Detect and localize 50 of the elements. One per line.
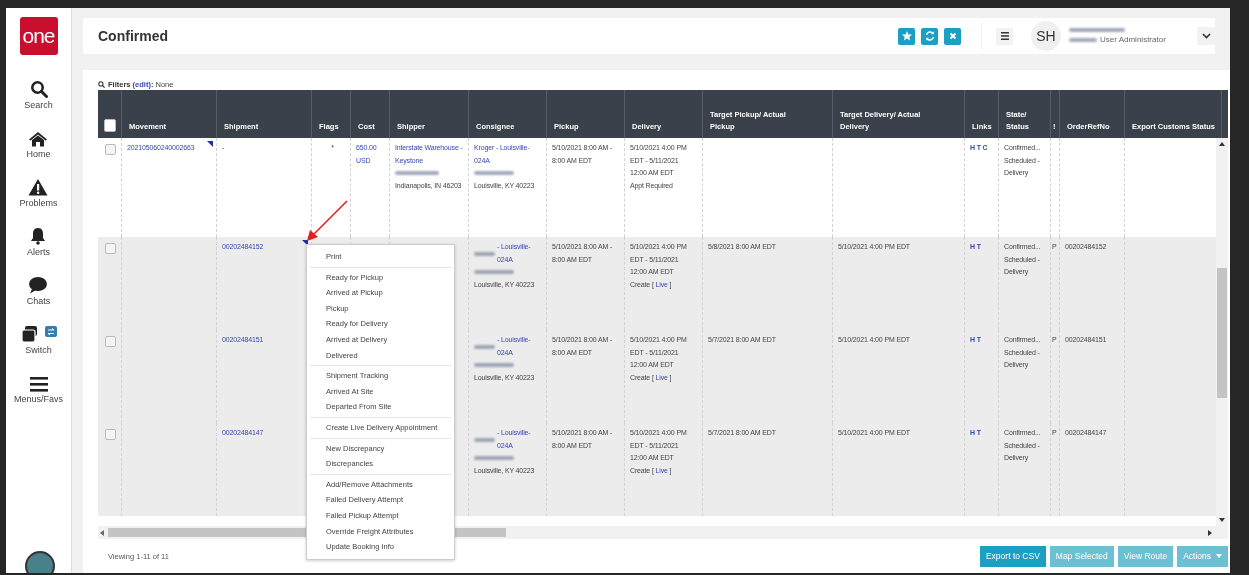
menu-button[interactable] xyxy=(996,27,1013,45)
row-checkbox[interactable] xyxy=(105,243,116,254)
star-button[interactable] xyxy=(898,27,915,45)
blurred-text xyxy=(1069,37,1097,42)
caret-icon xyxy=(1216,554,1222,558)
blurred-text xyxy=(474,363,514,368)
page-title: Confirmed xyxy=(98,28,169,44)
blurred-text xyxy=(395,171,439,176)
user-role: User Administrator xyxy=(1100,35,1166,44)
close-button[interactable] xyxy=(944,27,961,45)
pointer-arrow xyxy=(305,200,349,242)
blurred-text xyxy=(474,251,495,256)
bell-icon xyxy=(30,227,47,245)
user-avatar[interactable]: SH xyxy=(1031,21,1061,51)
search-icon xyxy=(98,80,105,88)
row-checkbox[interactable] xyxy=(105,429,116,440)
sidebar-item[interactable]: Problems xyxy=(19,174,58,208)
switch-windows-icon xyxy=(20,325,57,343)
sidebar-item[interactable]: Menus/Favs xyxy=(14,370,63,404)
sidebar-item[interactable]: Search xyxy=(24,76,53,110)
chat-bubble-icon xyxy=(28,276,49,294)
row-checkbox[interactable] xyxy=(105,336,116,347)
menu-icon xyxy=(1000,32,1009,40)
scroll-right-icon[interactable] xyxy=(1208,530,1212,536)
user-dropdown-button[interactable] xyxy=(1197,27,1215,45)
chevron-down-icon xyxy=(1201,33,1211,39)
blurred-text xyxy=(474,344,495,349)
vertical-scrollbar[interactable] xyxy=(1216,138,1228,526)
sidebar-item[interactable]: Switch xyxy=(20,321,57,355)
refresh-button[interactable] xyxy=(921,27,938,45)
blurred-text xyxy=(474,437,495,442)
home-icon xyxy=(28,131,49,147)
scroll-down-icon[interactable] xyxy=(1219,518,1225,522)
sidebar-item[interactable]: Home xyxy=(26,125,51,159)
scroll-left-icon[interactable] xyxy=(100,530,104,536)
blurred-text xyxy=(474,171,514,176)
sidebar-item[interactable]: Alerts xyxy=(27,223,50,257)
blurred-text xyxy=(474,456,514,461)
blurred-text xyxy=(474,270,514,275)
row-menu-marker-icon[interactable] xyxy=(207,141,213,147)
row-checkbox[interactable] xyxy=(105,144,116,155)
warning-icon xyxy=(28,178,49,196)
blurred-text xyxy=(1069,28,1125,32)
scroll-up-icon[interactable] xyxy=(1219,142,1225,146)
search-icon xyxy=(29,80,48,98)
sidebar-item[interactable]: Chats xyxy=(26,272,51,306)
menu-icon xyxy=(29,377,48,392)
app-logo[interactable]: one xyxy=(19,17,58,55)
profile-circle-icon[interactable] xyxy=(25,551,55,573)
select-all-checkbox[interactable] xyxy=(104,119,116,132)
